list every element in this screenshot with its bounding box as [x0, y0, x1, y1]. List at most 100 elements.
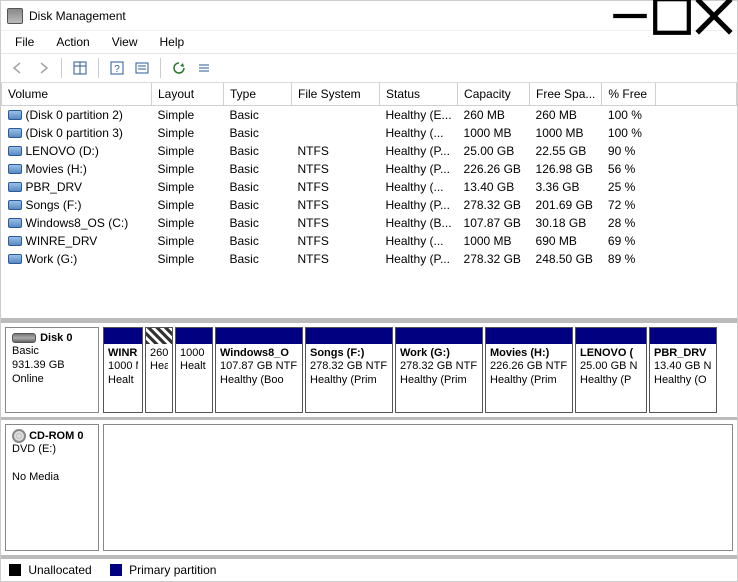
volume-pct: 72 %	[602, 196, 656, 214]
disk-header-disk0[interactable]: Disk 0 Basic 931.39 GB Online	[5, 327, 99, 413]
col-pctfree[interactable]: % Free	[602, 83, 656, 105]
col-capacity[interactable]: Capacity	[458, 83, 530, 105]
volume-fs: NTFS	[292, 250, 380, 268]
partition-block[interactable]: PBR_DRV13.40 GB NHealthy (O	[649, 327, 717, 413]
partition-block[interactable]: Songs (F:)278.32 GB NTFHealthy (Prim	[305, 327, 393, 413]
volume-capacity: 278.32 GB	[458, 196, 530, 214]
disk-header-cdrom0[interactable]: CD-ROM 0 DVD (E:) No Media	[5, 424, 99, 552]
legend-unallocated: Unallocated	[9, 563, 92, 577]
volume-free: 3.36 GB	[530, 178, 602, 196]
disk-label: Disk 0	[40, 332, 72, 344]
volume-row[interactable]: WINRE_DRVSimpleBasicNTFSHealthy (...1000…	[2, 232, 737, 250]
volume-row[interactable]: PBR_DRVSimpleBasicNTFSHealthy (...13.40 …	[2, 178, 737, 196]
volume-capacity: 25.00 GB	[458, 142, 530, 160]
volume-pct: 25 %	[602, 178, 656, 196]
partition-size: 278.32 GB NTF	[400, 360, 478, 374]
partition-status: Healthy (Boo	[220, 374, 298, 388]
volume-fs: NTFS	[292, 160, 380, 178]
volume-row[interactable]: (Disk 0 partition 3)SimpleBasicHealthy (…	[2, 124, 737, 142]
volume-layout: Simple	[152, 124, 224, 142]
partition-size: 13.40 GB N	[654, 360, 712, 374]
menu-action[interactable]: Action	[46, 33, 99, 51]
volume-pct: 69 %	[602, 232, 656, 250]
help-button[interactable]: ?	[106, 57, 128, 79]
menu-help[interactable]: Help	[150, 33, 195, 51]
volume-type: Basic	[224, 232, 292, 250]
col-filesystem[interactable]: File System	[292, 83, 380, 105]
volume-fs: NTFS	[292, 196, 380, 214]
volume-icon	[8, 218, 22, 228]
volume-name: Movies (H:)	[26, 162, 87, 176]
volume-type: Basic	[224, 142, 292, 160]
properties-button[interactable]	[131, 57, 153, 79]
volume-status: Healthy (...	[380, 232, 458, 250]
partition-name: LENOVO (	[580, 347, 642, 361]
list-button[interactable]	[193, 57, 215, 79]
partition-block[interactable]: LENOVO (25.00 GB NHealthy (P	[575, 327, 647, 413]
partition-block[interactable]: 260 MHeal	[145, 327, 173, 413]
volume-name: (Disk 0 partition 2)	[26, 108, 123, 122]
partition-status: Healt	[180, 360, 208, 374]
close-button[interactable]	[693, 2, 735, 30]
cdrom-type: DVD (E:)	[12, 443, 56, 455]
menu-file[interactable]: File	[5, 33, 44, 51]
volume-status: Healthy (P...	[380, 196, 458, 214]
col-freespace[interactable]: Free Spa...	[530, 83, 602, 105]
volume-type: Basic	[224, 214, 292, 232]
partition-status: Healt	[108, 374, 138, 388]
partition-size: 107.87 GB NTF	[220, 360, 298, 374]
volume-capacity: 260 MB	[458, 105, 530, 124]
volume-status: Healthy (...	[380, 178, 458, 196]
partition-name: Movies (H:)	[490, 347, 568, 361]
cdrom-empty-region[interactable]	[103, 424, 733, 552]
volume-row[interactable]: Songs (F:)SimpleBasicNTFSHealthy (P...27…	[2, 196, 737, 214]
partition-block[interactable]: WINRE1000 MHealt	[103, 327, 143, 413]
swatch-black	[9, 564, 21, 576]
volume-row[interactable]: Movies (H:)SimpleBasicNTFSHealthy (P...2…	[2, 160, 737, 178]
volume-icon	[8, 236, 22, 246]
volume-layout: Simple	[152, 178, 224, 196]
partition-size: 278.32 GB NTF	[310, 360, 388, 374]
volume-row[interactable]: LENOVO (D:)SimpleBasicNTFSHealthy (P...2…	[2, 142, 737, 160]
volume-layout: Simple	[152, 105, 224, 124]
refresh-button[interactable]	[168, 57, 190, 79]
legend-primary: Primary partition	[110, 563, 217, 577]
menu-bar: File Action View Help	[1, 31, 737, 54]
partition-block[interactable]: Windows8_O107.87 GB NTFHealthy (Boo	[215, 327, 303, 413]
volume-type: Basic	[224, 124, 292, 142]
partition-block[interactable]: 1000 MHealt	[175, 327, 213, 413]
volume-row[interactable]: Work (G:)SimpleBasicNTFSHealthy (P...278…	[2, 250, 737, 268]
back-button[interactable]	[7, 57, 29, 79]
volume-row[interactable]: Windows8_OS (C:)SimpleBasicNTFSHealthy (…	[2, 214, 737, 232]
volume-free: 201.69 GB	[530, 196, 602, 214]
disk-row-disk0: Disk 0 Basic 931.39 GB Online WINRE1000 …	[1, 323, 737, 420]
menu-view[interactable]: View	[102, 33, 148, 51]
volume-status: Healthy (E...	[380, 105, 458, 124]
volume-layout: Simple	[152, 196, 224, 214]
volume-free: 30.18 GB	[530, 214, 602, 232]
col-type[interactable]: Type	[224, 83, 292, 105]
volume-row[interactable]: (Disk 0 partition 2)SimpleBasicHealthy (…	[2, 105, 737, 124]
volume-pct: 28 %	[602, 214, 656, 232]
swatch-navy	[110, 564, 122, 576]
col-layout[interactable]: Layout	[152, 83, 224, 105]
disk-icon	[12, 333, 36, 343]
volume-fs: NTFS	[292, 142, 380, 160]
svg-text:?: ?	[114, 64, 120, 75]
volume-status: Healthy (P...	[380, 250, 458, 268]
disk-map: Disk 0 Basic 931.39 GB Online WINRE1000 …	[1, 319, 737, 559]
minimize-button[interactable]	[609, 2, 651, 30]
col-volume[interactable]: Volume	[2, 83, 152, 105]
col-status[interactable]: Status	[380, 83, 458, 105]
volume-free: 690 MB	[530, 232, 602, 250]
col-spare[interactable]	[656, 83, 737, 105]
volume-pct: 90 %	[602, 142, 656, 160]
maximize-button[interactable]	[651, 2, 693, 30]
volume-layout: Simple	[152, 160, 224, 178]
forward-button[interactable]	[32, 57, 54, 79]
volume-name: WINRE_DRV	[26, 234, 98, 248]
partition-block[interactable]: Movies (H:)226.26 GB NTFHealthy (Prim	[485, 327, 573, 413]
volume-capacity: 1000 MB	[458, 124, 530, 142]
table-view-button[interactable]	[69, 57, 91, 79]
partition-block[interactable]: Work (G:)278.32 GB NTFHealthy (Prim	[395, 327, 483, 413]
